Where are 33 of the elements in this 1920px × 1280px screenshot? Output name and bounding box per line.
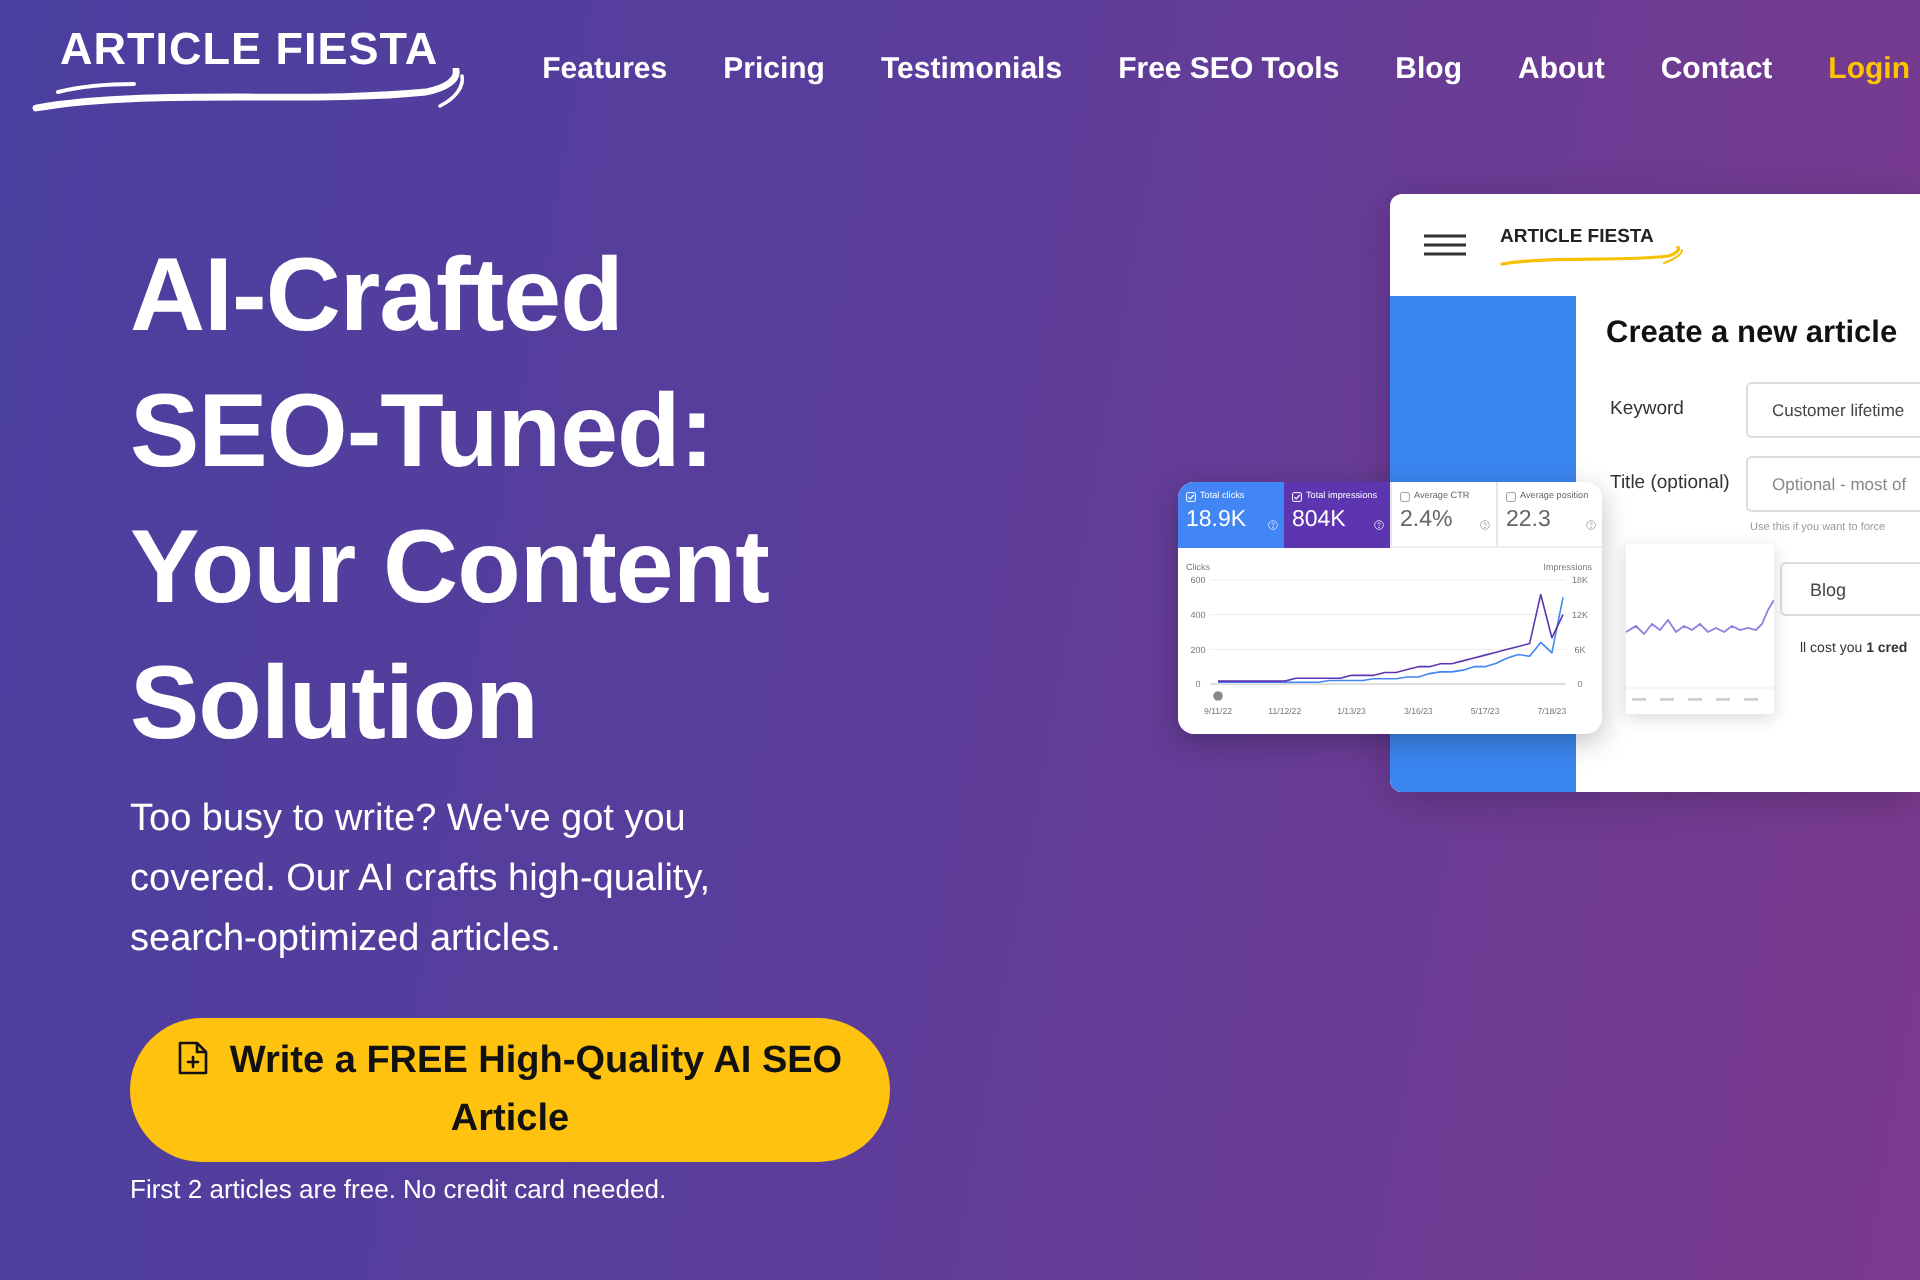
field-label: Keyword [1608,398,1686,422]
hero-subtitle: Too busy to write? We've got you covered. Our AI crafts high-quality, search-optimized articles. [130,796,713,964]
metric-value: 2.4% [1400,506,1453,534]
free-trial-note: First 2 articles are free. No credit card needed. [130,1174,669,1206]
checkbox-icon[interactable] [1506,491,1516,501]
help-icon[interactable] [1480,520,1490,530]
form-heading: Create a new article [1606,314,1900,354]
metric-value: 18.9K [1186,506,1247,534]
input-field[interactable]: Blog [1780,562,1920,616]
nav-link[interactable]: Testimonials [880,51,1063,85]
cta-button[interactable]: Write a FREE High-Quality AI SEO Article [130,1018,890,1162]
login-link[interactable]: Login [1828,51,1910,85]
document-plus-icon [177,1040,208,1076]
metric-value: 804K [1292,506,1346,534]
field-label: Title (optional) [1608,472,1732,496]
nav-link[interactable]: Features [542,51,668,85]
help-icon[interactable] [1586,520,1596,530]
metric-value: 22.3 [1506,506,1551,534]
nav-link[interactable]: Contact [1660,51,1773,85]
nav-link[interactable]: About [1518,51,1605,85]
input-field[interactable]: Optional - most of [1746,456,1920,512]
annotation-marker-icon[interactable] [1213,691,1223,701]
nav-link[interactable]: Free SEO Tools [1118,51,1340,85]
hero-heading: AI-Crafted SEO-Tuned: Your Content Solution [130,236,771,766]
checkbox-icon[interactable] [1400,491,1410,501]
logo-wordmark[interactable]: ARTICLE FIESTA [60,25,466,73]
app-logo-text: ARTICLE FIESTA [1500,225,1656,247]
menu-icon[interactable] [1424,234,1466,256]
nav-link[interactable]: Blog [1395,51,1462,85]
nav-link[interactable]: Pricing [723,51,825,85]
swoosh-icon [1500,245,1684,265]
swoosh-icon [30,67,466,111]
input-field[interactable]: Customer lifetime [1746,382,1920,438]
